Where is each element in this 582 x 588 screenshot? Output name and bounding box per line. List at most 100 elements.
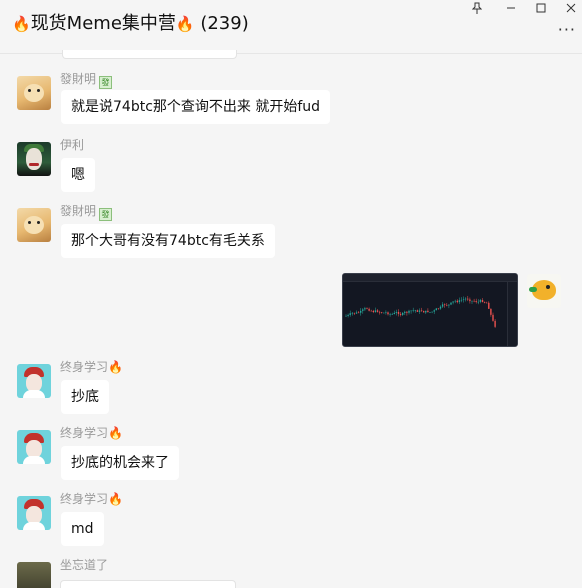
candle-body [410,310,412,312]
sender-name: 终身学习🔥 [60,492,123,506]
candle-body [481,300,484,303]
candle-body [483,302,486,303]
candle-body [441,304,444,307]
candle-body [452,301,454,303]
maximize-icon[interactable] [530,0,552,16]
sender-name: 發財明發 [60,72,113,89]
candle-body [488,302,490,309]
candle-body [393,312,395,314]
close-icon[interactable] [560,0,582,16]
candle-body [467,298,469,300]
minimize-icon[interactable] [500,0,522,16]
candle-body [397,312,400,314]
candle-body [490,308,492,315]
fire-icon: 🔥 [108,360,123,374]
message-bubble[interactable]: 就是说74btc那个查询不出来 就开始fud [61,90,331,124]
candle-body [439,306,442,309]
candle-body [408,310,410,313]
candle-body [469,299,471,302]
message-bubble-partial [60,580,236,588]
candle-body [425,310,427,313]
cap-avatar[interactable] [17,364,51,398]
candle-body [462,299,465,300]
bird-avatar[interactable] [527,274,561,308]
message-bubble[interactable]: 抄底 [61,380,109,414]
candle-body [389,314,391,315]
candle-body [427,310,429,313]
candle-body [395,312,398,313]
candle-body [420,310,423,312]
trading-chart-image[interactable] [342,273,518,347]
candle-body [368,308,370,311]
message-bubble[interactable]: 嗯 [61,158,95,192]
sender-name: 坐忘道了 [60,558,109,572]
fa-badge-icon: 發 [99,208,113,221]
fa-badge-icon: 發 [99,76,113,89]
candle-body [437,308,440,310]
message-bubble-partial [62,50,237,59]
candle-body [402,312,404,315]
candle-body [494,320,496,327]
candle-body [460,299,463,301]
candle-body [399,313,402,315]
pin-icon[interactable] [466,0,488,16]
candle-body [471,300,473,302]
dog-avatar[interactable] [17,76,51,110]
candle-body [370,310,372,312]
candle-body [376,310,379,312]
candle-body [412,310,414,312]
message-bubble[interactable]: 那个大哥有没有74btc有毛关系 [61,224,275,258]
candle-body [349,313,351,315]
candle-body [465,298,467,300]
candle-body [362,309,364,311]
candle-body [433,310,435,312]
fire-icon: 🔥 [12,15,31,33]
message-bubble[interactable]: md [61,512,104,546]
candle-body [364,308,366,310]
candle-body [406,311,408,313]
candle-body [431,311,433,313]
candle-body [366,308,368,309]
candle-body [456,300,458,303]
candle-body [378,311,381,313]
group-name: 现货Meme集中营 [30,13,176,34]
member-count: (239) [200,13,249,34]
candle-body [345,315,347,317]
candle-body [385,312,387,313]
candle-body [357,312,360,314]
chat-title: 🔥现货Meme集中营🔥 (239) [12,12,249,36]
cap-avatar[interactable] [17,496,51,530]
candle-body [486,302,488,304]
candle-body [351,312,353,314]
candle-body [387,312,389,315]
more-icon[interactable]: ··· [558,20,576,39]
sender-name: 伊利 [60,138,85,152]
dog-avatar[interactable] [17,208,51,242]
cap-avatar[interactable] [17,430,51,464]
candle-body [355,312,358,314]
sender-name: 终身学习🔥 [60,360,123,374]
candle-body [446,304,448,306]
joker-avatar[interactable] [17,142,51,176]
chat-header: 🔥现货Meme集中营🔥 (239) ··· [0,0,582,54]
candle-body [418,310,421,312]
candle-body [429,312,431,313]
candle-body [391,313,393,315]
candle-body [454,300,456,302]
candle-body [477,301,479,303]
candle-body [492,314,494,321]
fire-icon: 🔥 [108,492,123,506]
dark-avatar[interactable] [17,562,51,588]
candle-body [435,308,437,311]
message-bubble[interactable]: 抄底的机会来了 [61,446,179,480]
candle-body [473,300,475,302]
candle-body [347,314,349,316]
candle-body [444,304,446,305]
candle-body [353,312,356,314]
candle-body [383,312,385,314]
candle-body [381,312,383,313]
candle-body [360,310,362,313]
candle-body [404,311,406,313]
fire-icon: 🔥 [108,426,123,440]
fire-icon: 🔥 [175,15,195,33]
